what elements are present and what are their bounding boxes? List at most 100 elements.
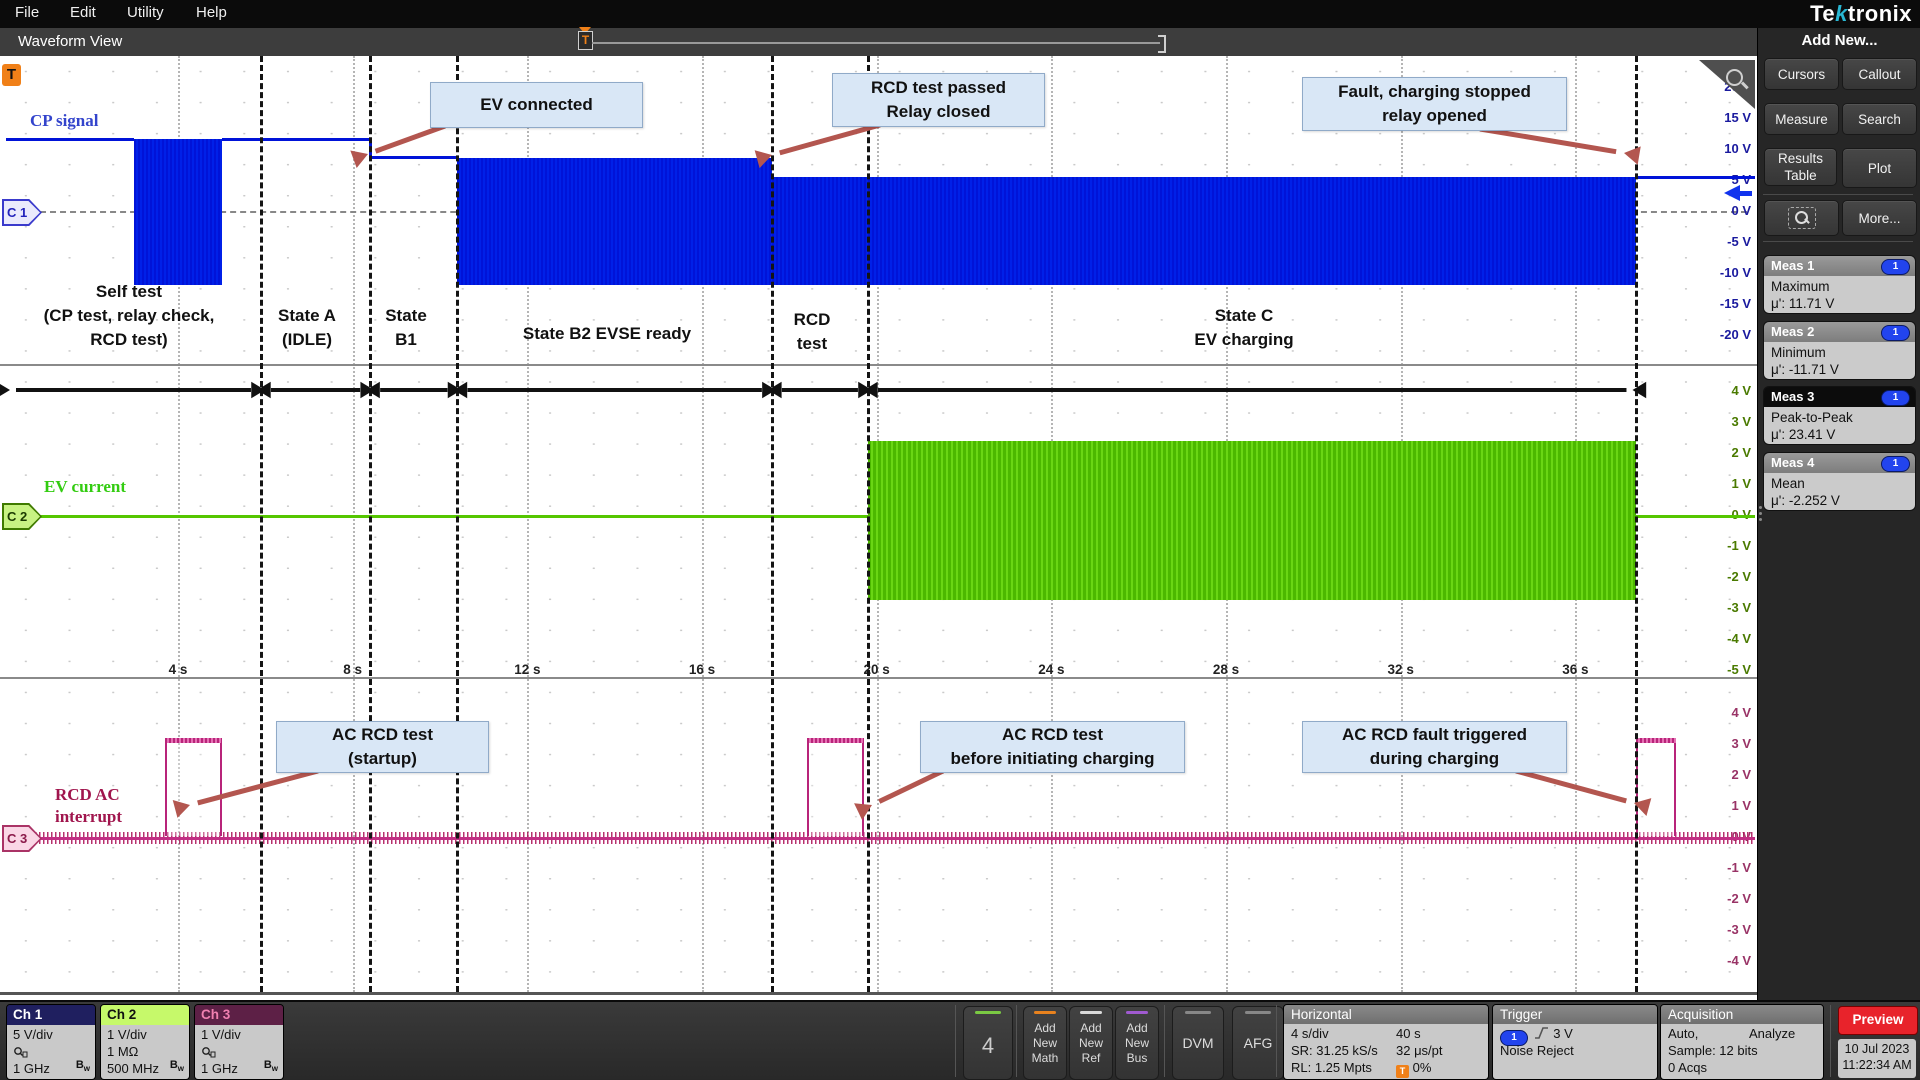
sidebar-divider xyxy=(1763,194,1913,195)
measurement-source-badge: 1 xyxy=(1881,325,1910,341)
channel-tag-label: C 2 xyxy=(7,509,27,524)
results-table-button[interactable]: Results Table xyxy=(1764,148,1837,186)
add-new-label: AddNewMath xyxy=(1024,1021,1066,1066)
measurement-source-badge: 1 xyxy=(1881,456,1910,472)
channel-3-badge[interactable]: Ch 31 V/div1 GHzBw xyxy=(194,1004,284,1080)
trigger-arrow-tail xyxy=(1740,191,1752,196)
channel-3-ground-marker[interactable]: C 3 xyxy=(2,825,42,852)
stage-span-arrowhead xyxy=(1632,382,1646,398)
channel-badge-header: Ch 2 xyxy=(101,1005,189,1025)
measurement-card-2[interactable]: Meas 21Minimumμ': -11.71 V xyxy=(1763,321,1916,380)
add-new-accent xyxy=(1080,1011,1102,1014)
callout-arrowhead xyxy=(173,800,190,818)
add-new-bus-button[interactable]: AddNewBus xyxy=(1115,1006,1159,1080)
bandwidth-badge: Bw xyxy=(76,1057,90,1077)
callout-box[interactable]: AC RCD fault triggeredduring charging xyxy=(1302,721,1567,773)
menu-bar: File Edit Utility Help Tektronix xyxy=(0,0,1920,28)
callout-box[interactable]: Fault, charging stoppedrelay opened xyxy=(1302,77,1567,131)
sidebar-divider xyxy=(1763,241,1913,242)
horizontal-title: Horizontal xyxy=(1284,1005,1488,1024)
waveform-plot-area[interactable]: 20 V15 V10 V5 V0 V-5 V-10 V-15 V-20 V4 V… xyxy=(0,56,1757,1000)
bandwidth-badge: Bw xyxy=(170,1057,184,1077)
trigger-panel[interactable]: Trigger 1 3 V Noise Reject xyxy=(1492,1004,1658,1080)
add-new-ref-button[interactable]: AddNewRef xyxy=(1069,1006,1113,1080)
measurement-card-1[interactable]: Meas 11Maximumμ': 11.71 V xyxy=(1763,255,1916,314)
preview-button[interactable]: Preview xyxy=(1838,1006,1918,1035)
record-view-end-bracket[interactable] xyxy=(1158,35,1166,53)
channel-2-ground-marker[interactable]: C 2 xyxy=(2,503,42,530)
channel-1-ground-marker[interactable]: C 1 xyxy=(2,199,42,226)
record-view-line[interactable] xyxy=(592,42,1160,44)
stage-span-arrowhead xyxy=(858,382,872,398)
more-button[interactable]: More... xyxy=(1842,200,1917,236)
add-new-accent xyxy=(1126,1011,1148,1014)
callout-box[interactable]: EV connected xyxy=(430,82,643,128)
stage-span-arrowhead xyxy=(762,382,776,398)
callout-arrowhead xyxy=(350,151,368,168)
trigger-mode: Noise Reject xyxy=(1500,1043,1574,1058)
acquisition-mode: Auto, xyxy=(1668,1026,1698,1041)
trigger-position-flag-icon[interactable]: T xyxy=(578,31,593,50)
trigger-position-readout: T 0% xyxy=(1396,1060,1431,1078)
horizontal-panel[interactable]: Horizontal 4 s/div 40 s SR: 31.25 kS/s 3… xyxy=(1283,1004,1489,1080)
sample-rate: SR: 31.25 kS/s xyxy=(1291,1043,1378,1058)
trigger-level: 3 V xyxy=(1553,1026,1573,1041)
statusbar-separator xyxy=(1276,1005,1277,1077)
menu-edit[interactable]: Edit xyxy=(70,4,96,21)
acquisition-panel[interactable]: Acquisition Auto, Analyze Sample: 12 bit… xyxy=(1660,1004,1824,1080)
channel-1-badge[interactable]: Ch 15 V/div1 GHzBw xyxy=(6,1004,96,1080)
dvm-button[interactable]: DVM xyxy=(1172,1006,1224,1080)
date-label: 10 Jul 2023 xyxy=(1838,1041,1916,1057)
stage-span-arrowhead xyxy=(0,382,10,398)
statusbar-separator xyxy=(955,1005,956,1077)
time-label: 11:22:34 AM xyxy=(1838,1057,1916,1073)
acquisition-count: 0 Acqs xyxy=(1668,1060,1707,1075)
callout-arrowhead xyxy=(755,150,772,168)
acquisition-analyze: Analyze xyxy=(1749,1026,1795,1041)
measurement-source-badge: 1 xyxy=(1881,390,1910,406)
callout-box[interactable]: AC RCD test(startup) xyxy=(276,721,489,773)
probe-icon xyxy=(201,1046,217,1058)
callout-arrow xyxy=(376,126,445,151)
cursors-button[interactable]: Cursors xyxy=(1764,58,1839,90)
callout-arrowhead xyxy=(854,803,872,820)
statusbar-separator xyxy=(1016,1005,1017,1077)
channel-badge-body: 1 V/div1 MΩ500 MHzBw xyxy=(101,1025,189,1080)
channel-4-button[interactable]: 4 xyxy=(963,1006,1013,1080)
oscilloscope-screen: File Edit Utility Help Tektronix Wavefor… xyxy=(0,0,1920,1080)
measure-button[interactable]: Measure xyxy=(1764,103,1839,135)
plot-button[interactable]: Plot xyxy=(1842,148,1917,188)
add-new-accent xyxy=(1034,1011,1056,1014)
measurement-card-3[interactable]: Meas 31Peak-to-Peakμ': 23.41 V xyxy=(1763,386,1916,445)
search-button[interactable]: Search xyxy=(1842,103,1917,135)
menu-help[interactable]: Help xyxy=(196,4,227,21)
callout-arrowhead xyxy=(1624,146,1641,164)
channel-2-badge[interactable]: Ch 21 V/div1 MΩ500 MHzBw xyxy=(100,1004,190,1080)
callout-box[interactable]: AC RCD testbefore initiating charging xyxy=(920,721,1185,773)
add-new-math-button[interactable]: AddNewMath xyxy=(1023,1006,1067,1080)
tektronix-logo: Tektronix xyxy=(1810,1,1912,27)
add-new-label: AddNewBus xyxy=(1116,1021,1158,1066)
trigger-level-arrow[interactable] xyxy=(1718,185,1754,201)
channel-tag-label: C 1 xyxy=(7,205,27,220)
channel-badge-header: Ch 1 xyxy=(7,1005,95,1025)
callout-box[interactable]: RCD test passedRelay closed xyxy=(832,73,1045,127)
channel-badge-header: Ch 3 xyxy=(195,1005,283,1025)
dvm-label: DVM xyxy=(1173,1035,1223,1051)
afg-accent xyxy=(1245,1011,1271,1014)
zoom-browse-button[interactable] xyxy=(1764,200,1839,236)
statusbar-separator xyxy=(1164,1005,1165,1077)
measurement-card-body: Maximumμ': 11.71 V xyxy=(1764,276,1915,314)
add-new-label: Add New... xyxy=(1758,32,1920,49)
magnifier-handle-icon xyxy=(1741,82,1748,89)
callout-button[interactable]: Callout xyxy=(1842,58,1917,90)
waveform-view-title: Waveform View xyxy=(18,33,122,50)
acquisition-sample: Sample: 12 bits xyxy=(1668,1043,1758,1058)
trigger-source-badge-plot[interactable]: T xyxy=(2,64,21,86)
zoom-browse-icon xyxy=(1788,207,1816,229)
menu-file[interactable]: File xyxy=(15,4,39,21)
measurement-card-4[interactable]: Meas 41Meanμ': -2.252 V xyxy=(1763,452,1916,511)
channel-badge-body: 1 V/div1 GHzBw xyxy=(195,1025,283,1080)
menu-utility[interactable]: Utility xyxy=(127,4,164,21)
sidebar-drag-handle[interactable] xyxy=(1759,503,1763,524)
